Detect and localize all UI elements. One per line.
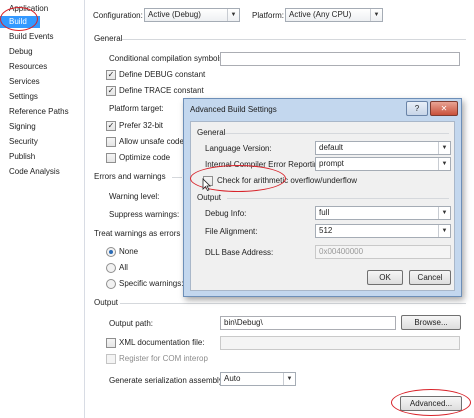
sidebar-divider xyxy=(84,0,85,418)
dialog-titlebar[interactable]: Advanced Build Settings ? ✕ xyxy=(184,99,461,121)
platform-select[interactable]: Active (Any CPU) ▼ xyxy=(285,8,383,22)
dropdown-arrow-icon: ▼ xyxy=(227,9,239,21)
dialog-body: General Language Version: default ▼ Inte… xyxy=(190,121,455,291)
ice-reporting-value: prompt xyxy=(319,159,344,168)
dll-base-input[interactable]: 0x00400000 xyxy=(315,245,451,259)
conditional-symbols-label: Conditional compilation symbols: xyxy=(109,54,226,63)
dialog-title: Advanced Build Settings xyxy=(190,105,277,114)
dialog-output-header: Output xyxy=(197,193,222,202)
suppress-warnings-label: Suppress warnings: xyxy=(109,210,180,219)
annotation-circle-advanced xyxy=(391,389,471,416)
configuration-value: Active (Debug) xyxy=(148,10,201,19)
register-com-label: Register for COM interop xyxy=(119,354,208,363)
section-divider xyxy=(227,198,449,199)
checkmark-icon: ✓ xyxy=(107,70,115,79)
help-icon[interactable]: ? xyxy=(406,101,428,116)
language-version-value: default xyxy=(319,143,344,152)
dll-base-label: DLL Base Address: xyxy=(205,248,274,257)
sidebar-item-security[interactable]: Security xyxy=(9,136,38,148)
sidebar-item-signing[interactable]: Signing xyxy=(9,121,36,133)
section-divider xyxy=(172,177,182,178)
serialization-value: Auto xyxy=(224,374,241,383)
xml-doc-path-input[interactable] xyxy=(220,336,460,350)
dropdown-arrow-icon: ▼ xyxy=(438,142,450,154)
treat-warnings-none-radio[interactable] xyxy=(106,247,116,257)
sidebar-item-services[interactable]: Services xyxy=(9,76,40,88)
file-alignment-select[interactable]: 512 ▼ xyxy=(315,224,451,238)
platform-value: Active (Any CPU) xyxy=(289,10,352,19)
allow-unsafe-checkbox[interactable] xyxy=(106,137,116,147)
treat-warnings-all-label: All xyxy=(119,263,128,272)
close-icon[interactable]: ✕ xyxy=(430,101,458,116)
treat-warnings-specific-label: Specific warnings: xyxy=(119,279,184,288)
output-path-input[interactable]: bin\Debug\ xyxy=(220,316,396,330)
annotation-circle-build xyxy=(0,7,38,31)
conditional-symbols-input[interactable] xyxy=(220,52,460,66)
errors-section-header: Errors and warnings xyxy=(94,172,166,181)
dropdown-arrow-icon: ▼ xyxy=(283,373,295,385)
checkmark-icon: ✓ xyxy=(107,121,115,130)
output-section-header: Output xyxy=(94,298,119,307)
sidebar-item-debug[interactable]: Debug xyxy=(9,46,33,58)
file-alignment-label: File Alignment: xyxy=(205,227,258,236)
define-trace-checkbox[interactable]: ✓ xyxy=(106,86,116,96)
dialog-general-header: General xyxy=(197,128,226,137)
optimize-code-checkbox[interactable] xyxy=(106,153,116,163)
language-version-select[interactable]: default ▼ xyxy=(315,141,451,155)
debug-info-select[interactable]: full ▼ xyxy=(315,206,451,220)
configuration-select[interactable]: Active (Debug) ▼ xyxy=(144,8,240,22)
browse-button[interactable]: Browse... xyxy=(401,315,461,330)
define-debug-label: Define DEBUG constant xyxy=(119,70,206,79)
dropdown-arrow-icon: ▼ xyxy=(438,158,450,170)
section-divider xyxy=(120,303,466,304)
advanced-build-settings-dialog: Advanced Build Settings ? ✕ General Lang… xyxy=(183,98,462,297)
checkmark-icon: ✓ xyxy=(107,86,115,95)
general-section-header: General xyxy=(94,34,123,43)
section-divider xyxy=(225,133,449,134)
ice-reporting-select[interactable]: prompt ▼ xyxy=(315,157,451,171)
treat-warnings-specific-radio[interactable] xyxy=(106,279,116,289)
platform-target-label: Platform target: xyxy=(109,104,164,113)
project-sidebar: Application Build Build Events Debug Res… xyxy=(0,0,84,418)
treat-warnings-all-radio[interactable] xyxy=(106,263,116,273)
file-alignment-value: 512 xyxy=(319,226,333,235)
platform-label: Platform: xyxy=(252,11,285,20)
treat-warnings-section-header: Treat warnings as errors xyxy=(94,229,181,238)
prefer-32bit-label: Prefer 32-bit xyxy=(119,121,164,130)
sidebar-item-build-events[interactable]: Build Events xyxy=(9,31,53,43)
treat-warnings-none-label: None xyxy=(119,247,139,256)
dropdown-arrow-icon: ▼ xyxy=(438,207,450,219)
debug-info-label: Debug Info: xyxy=(205,209,247,218)
section-divider xyxy=(122,39,466,40)
cancel-button[interactable]: Cancel xyxy=(409,270,451,285)
dropdown-arrow-icon: ▼ xyxy=(370,9,382,21)
prefer-32bit-checkbox[interactable]: ✓ xyxy=(106,121,116,131)
sidebar-item-code-analysis[interactable]: Code Analysis xyxy=(9,166,60,178)
sidebar-item-publish[interactable]: Publish xyxy=(9,151,35,163)
ok-button[interactable]: OK xyxy=(367,270,403,285)
optimize-code-label: Optimize code xyxy=(119,153,171,162)
language-version-label: Language Version: xyxy=(205,144,272,153)
define-trace-label: Define TRACE constant xyxy=(119,86,204,95)
define-debug-checkbox[interactable]: ✓ xyxy=(106,70,116,80)
xml-doc-label: XML documentation file: xyxy=(119,338,205,347)
configuration-label: Configuration: xyxy=(93,11,143,20)
sidebar-item-resources[interactable]: Resources xyxy=(9,61,47,73)
sidebar-item-reference-paths[interactable]: Reference Paths xyxy=(9,106,69,118)
allow-unsafe-label: Allow unsafe code xyxy=(119,137,184,146)
xml-doc-checkbox[interactable] xyxy=(106,338,116,348)
output-path-label: Output path: xyxy=(109,319,154,328)
serialization-label: Generate serialization assembly: xyxy=(109,376,226,385)
sidebar-item-settings[interactable]: Settings xyxy=(9,91,38,103)
serialization-select[interactable]: Auto ▼ xyxy=(220,372,296,386)
debug-info-value: full xyxy=(319,208,330,217)
register-com-checkbox[interactable] xyxy=(106,354,116,364)
warning-level-label: Warning level: xyxy=(109,192,160,201)
mouse-cursor-icon xyxy=(202,178,211,191)
dropdown-arrow-icon: ▼ xyxy=(438,225,450,237)
